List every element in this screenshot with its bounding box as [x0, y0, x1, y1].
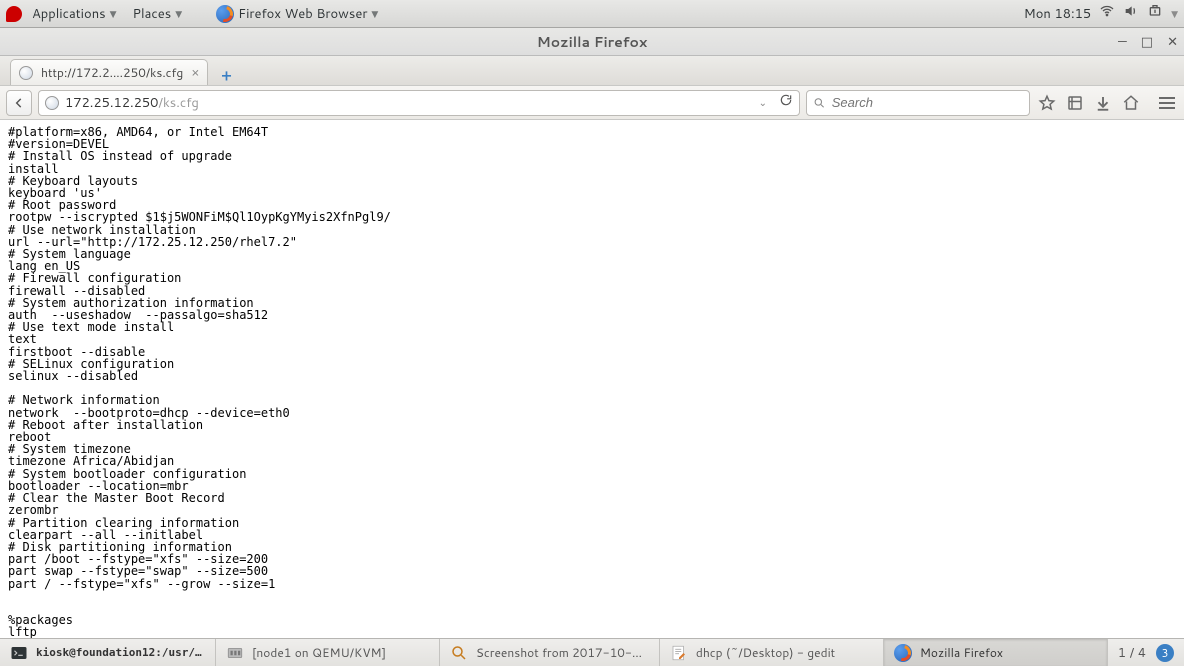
task-label: kiosk@foundation12:/usr/sbin	[36, 646, 205, 659]
applications-menu[interactable]: Applications ▼	[26, 5, 123, 23]
current-app-menu[interactable]: Firefox Web Browser ▼	[210, 5, 384, 23]
task-gedit[interactable]: dhcp (~/Desktop) - gedit	[660, 639, 884, 666]
window-title: Mozilla Firefox	[537, 32, 648, 52]
workspace-label: 1 / 4	[1118, 644, 1146, 662]
downloads-button[interactable]	[1092, 94, 1114, 112]
url-path: /ks.cfg	[158, 94, 199, 112]
url-host: 172.25.12.250	[65, 94, 158, 112]
task-label: Mozilla Firefox	[920, 644, 1003, 661]
window-titlebar: Mozilla Firefox — □ ✕	[0, 28, 1184, 56]
task-image-viewer[interactable]: Screenshot from 2017-10-29 ...	[440, 639, 660, 666]
bookmark-star-button[interactable]	[1036, 94, 1058, 112]
reload-button[interactable]	[773, 93, 793, 112]
globe-icon	[45, 96, 59, 110]
task-label: Screenshot from 2017-10-29 ...	[476, 644, 649, 661]
applications-label: Applications	[32, 5, 106, 23]
kickstart-file-text: #platform=x86, AMD64, or Intel EM64T #ve…	[8, 126, 1176, 638]
bookmarks-list-button[interactable]	[1064, 94, 1086, 112]
clock[interactable]: Mon 18:15	[1024, 5, 1091, 23]
chevron-down-icon: ▼	[175, 7, 182, 20]
tab-close-button[interactable]: ×	[191, 64, 199, 82]
history-dropdown-icon[interactable]: ⌄	[759, 96, 767, 110]
search-input[interactable]	[832, 95, 1023, 110]
tab-strip: http://172.2....250/ks.cfg × +	[0, 56, 1184, 86]
places-menu[interactable]: Places ▼	[127, 5, 189, 23]
minimize-button[interactable]: —	[1118, 33, 1127, 51]
redhat-icon	[6, 6, 22, 22]
home-button[interactable]	[1120, 94, 1142, 112]
task-firefox[interactable]: Mozilla Firefox	[884, 639, 1108, 666]
search-icon	[813, 96, 826, 110]
page-content[interactable]: #platform=x86, AMD64, or Intel EM64T #ve…	[0, 120, 1184, 638]
chevron-down-icon: ▼	[371, 7, 378, 20]
bottom-taskbar: kiosk@foundation12:/usr/sbin [node1 on Q…	[0, 638, 1184, 666]
task-label: [node1 on QEMU/KVM]	[252, 644, 386, 661]
volume-icon[interactable]	[1123, 3, 1139, 24]
task-terminal[interactable]: kiosk@foundation12:/usr/sbin	[0, 639, 216, 666]
terminal-icon	[10, 644, 28, 662]
browser-tab[interactable]: http://172.2....250/ks.cfg ×	[10, 59, 208, 85]
places-label: Places	[133, 5, 172, 23]
back-button[interactable]	[6, 90, 32, 116]
url-text: 172.25.12.250/ks.cfg	[65, 94, 199, 112]
battery-icon[interactable]	[1147, 3, 1163, 24]
maximize-button[interactable]: □	[1141, 33, 1153, 51]
wifi-icon[interactable]	[1099, 3, 1115, 24]
firefox-icon	[894, 644, 912, 662]
current-app-label: Firefox Web Browser	[238, 5, 367, 23]
notification-badge[interactable]: 3	[1156, 644, 1174, 662]
chevron-down-icon: ▼	[110, 7, 117, 20]
gnome-top-panel: Applications ▼ Places ▼ Firefox Web Brow…	[0, 0, 1184, 28]
tab-label: http://172.2....250/ks.cfg	[41, 64, 183, 81]
firefox-icon	[216, 5, 234, 23]
new-tab-button[interactable]: +	[214, 65, 238, 85]
chevron-down-icon[interactable]: ▼	[1171, 7, 1178, 20]
url-bar[interactable]: 172.25.12.250/ks.cfg ⌄	[38, 90, 800, 116]
task-label: dhcp (~/Desktop) - gedit	[696, 644, 835, 661]
close-button[interactable]: ✕	[1167, 33, 1178, 51]
globe-icon	[19, 66, 33, 80]
vm-icon	[226, 644, 244, 662]
magnifier-icon	[450, 644, 468, 662]
gedit-icon	[670, 644, 688, 662]
nav-toolbar: 172.25.12.250/ks.cfg ⌄	[0, 86, 1184, 120]
search-bar[interactable]	[806, 90, 1030, 116]
menu-button[interactable]	[1156, 97, 1178, 109]
task-virt-manager[interactable]: [node1 on QEMU/KVM]	[216, 639, 440, 666]
workspace-indicator[interactable]: 1 / 4 3	[1108, 639, 1184, 666]
